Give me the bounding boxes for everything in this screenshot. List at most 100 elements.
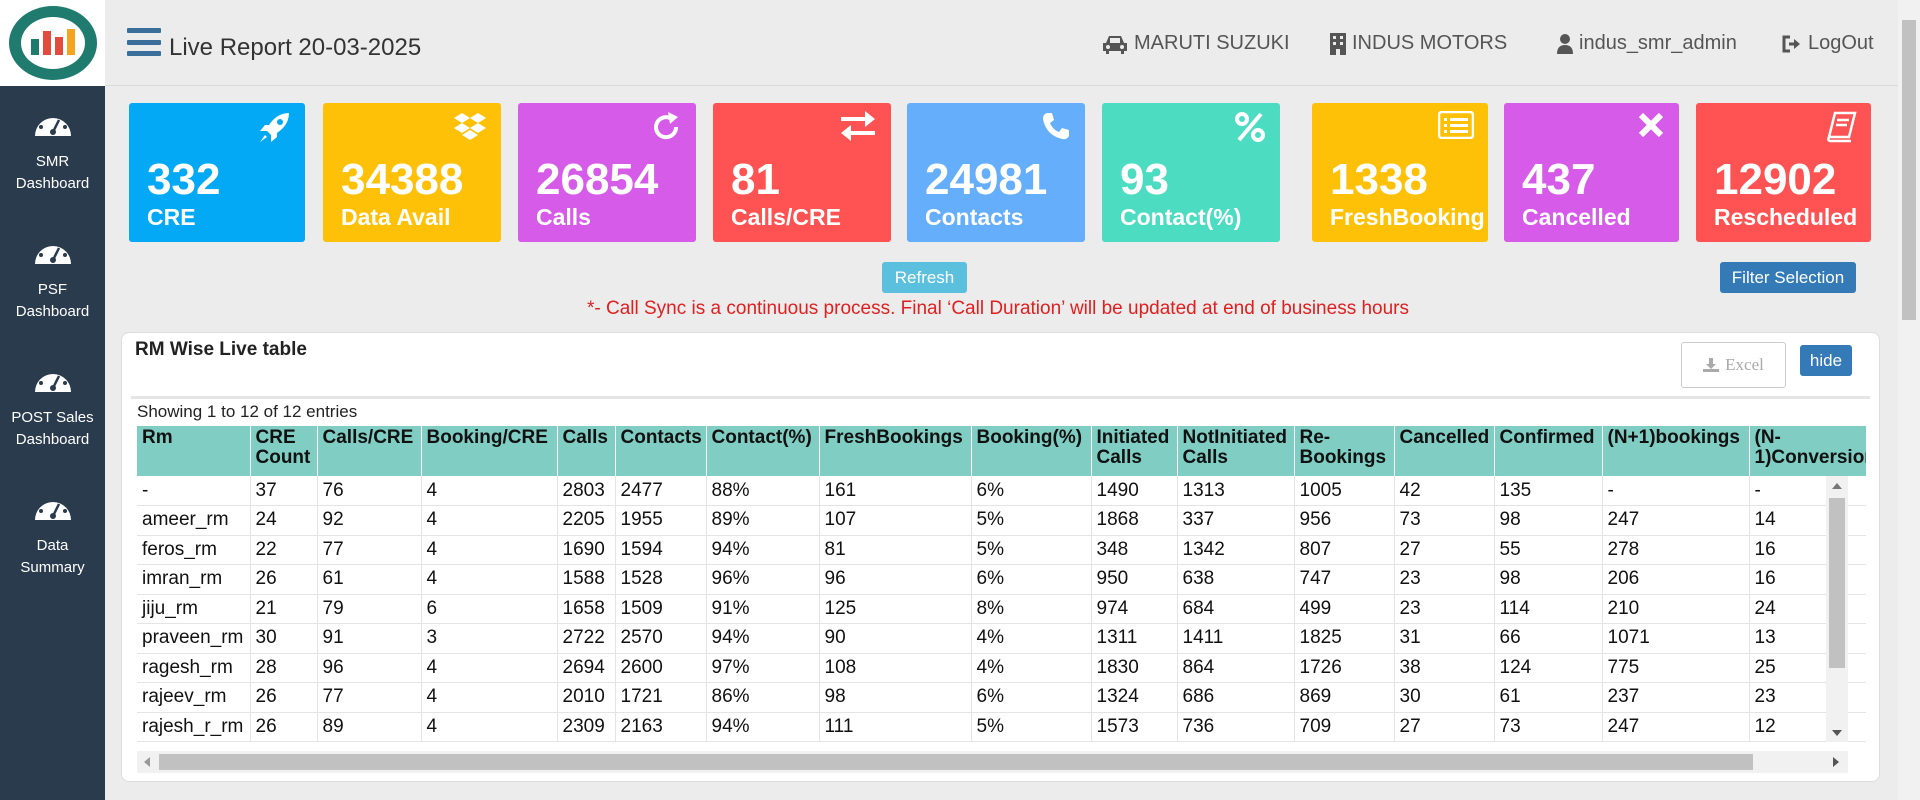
sidebar-item-post-sales-dashboard[interactable]: POST Sales Dashboard: [0, 342, 105, 470]
column-header[interactable]: Booking/CRE: [421, 426, 558, 476]
column-header[interactable]: CRE Count: [250, 426, 318, 476]
table-cell: 38: [1394, 653, 1495, 683]
column-header[interactable]: Booking(%): [971, 426, 1092, 476]
horizontal-scrollbar[interactable]: [137, 751, 1848, 773]
page-scroll-thumb[interactable]: [1902, 20, 1916, 320]
table-cell: 2694: [557, 653, 616, 683]
scroll-left-icon[interactable]: [143, 757, 150, 767]
filter-selection-button[interactable]: Filter Selection: [1720, 262, 1856, 293]
table-cell: 709: [1294, 712, 1395, 742]
table-cell: 89: [317, 712, 422, 742]
book-icon: [1825, 111, 1857, 148]
table-cell: 31: [1394, 623, 1495, 654]
table-row: ragesh_rm 28 96 4 2694 2600 97% 108 4% 1830 864 172…: [137, 653, 1866, 683]
vertical-scrollbar[interactable]: [1826, 476, 1848, 742]
table-cell: 55: [1494, 535, 1603, 565]
table-cell: 1490: [1091, 476, 1178, 506]
table-cell: 98: [819, 682, 972, 713]
column-header[interactable]: Contact(%): [706, 426, 820, 476]
column-header[interactable]: Initiated Calls: [1091, 426, 1178, 476]
table-cell: 94%: [706, 535, 820, 565]
column-header[interactable]: Contacts: [615, 426, 707, 476]
table-cell: 736: [1177, 712, 1295, 742]
excel-export-button[interactable]: Excel: [1681, 342, 1786, 388]
exchange-icon: [839, 111, 877, 146]
table-scroll-area[interactable]: Rm CRE Count Calls/CRE Booking/CRE Calls Cont…: [137, 426, 1866, 752]
table-cell: 864: [1177, 653, 1295, 683]
logout-link[interactable]: LogOut: [1782, 32, 1874, 55]
table-cell: 22: [250, 535, 318, 565]
dashboard-gauge-icon: [32, 106, 74, 151]
stat-card-cancelled[interactable]: 437 Cancelled: [1504, 103, 1679, 242]
table-cell: 278: [1602, 535, 1750, 565]
table-cell: 92: [317, 505, 422, 536]
stat-card-contacts[interactable]: 24981 Contacts: [907, 103, 1085, 242]
table-cell: 1721: [615, 682, 707, 713]
table-cell: 1509: [615, 594, 707, 624]
table-cell: 37: [250, 476, 318, 506]
table-cell: -: [137, 476, 251, 506]
table-cell: 27: [1394, 712, 1495, 742]
sidebar-item-data-summary[interactable]: Data Summary: [0, 470, 105, 598]
stat-card-freshbooking[interactable]: 1338 FreshBooking: [1312, 103, 1488, 242]
stat-card-rescheduled[interactable]: 12902 Rescheduled: [1696, 103, 1871, 242]
table-cell: 2570: [615, 623, 707, 654]
table-row: rajeev_rm 26 77 4 2010 1721 86% 98 6% 1324 686 869 3…: [137, 682, 1866, 713]
column-header[interactable]: (N+1)bookings: [1602, 426, 1750, 476]
column-header[interactable]: Calls/CRE: [317, 426, 422, 476]
table-cell: 5%: [971, 712, 1092, 742]
table-row: imran_rm 26 61 4 1588 1528 96% 96 6% 950 638 747 23 9…: [137, 564, 1866, 595]
column-header[interactable]: Cancelled: [1394, 426, 1495, 476]
horizontal-scroll-thumb[interactable]: [159, 754, 1753, 770]
stat-label: Calls/CRE: [731, 204, 841, 230]
scroll-right-icon[interactable]: [1833, 757, 1840, 767]
table-cell: 135: [1494, 476, 1603, 506]
user-link[interactable]: indus_smr_admin: [1557, 32, 1737, 55]
top-header: Live Report 20-03-2025 MARUTI SUZUKI IND…: [105, 0, 1898, 86]
table-cell: 16: [1749, 535, 1866, 565]
stat-card-calls[interactable]: 26854 Calls: [518, 103, 696, 242]
dealer-link[interactable]: INDUS MOTORS: [1330, 32, 1507, 55]
brand-link[interactable]: MARUTI SUZUKI: [1102, 32, 1290, 55]
vertical-scroll-thumb[interactable]: [1829, 498, 1845, 668]
table-cell: 107: [819, 505, 972, 536]
table-cell: 2010: [557, 682, 616, 713]
column-header[interactable]: Calls: [557, 426, 616, 476]
table-row: praveen_rm 30 91 3 2722 2570 94% 90 4% 1311 1411 18…: [137, 623, 1866, 654]
column-header[interactable]: NotInitiated Calls: [1177, 426, 1295, 476]
dealer-label: INDUS MOTORS: [1352, 32, 1508, 54]
column-header[interactable]: Confirmed: [1494, 426, 1603, 476]
stat-card-calls-cre[interactable]: 81 Calls/CRE: [713, 103, 891, 242]
table-cell: 1658: [557, 594, 616, 624]
table-cell: 4: [421, 505, 558, 536]
page-scrollbar[interactable]: [1898, 0, 1920, 800]
scroll-down-icon[interactable]: [1832, 730, 1842, 737]
stat-card-data-avail[interactable]: 34388 Data Avail: [323, 103, 501, 242]
column-header[interactable]: FreshBookings: [819, 426, 972, 476]
logout-icon: [1782, 35, 1800, 52]
stat-card-cre[interactable]: 332 CRE: [129, 103, 305, 242]
menu-toggle-icon[interactable]: [127, 28, 161, 56]
stat-label: Rescheduled: [1714, 204, 1858, 230]
logo[interactable]: [0, 0, 105, 86]
table-cell: 6%: [971, 564, 1092, 595]
column-header[interactable]: Rm: [137, 426, 251, 476]
scroll-up-icon[interactable]: [1832, 482, 1842, 489]
hide-button[interactable]: hide: [1800, 345, 1852, 376]
table-cell: 161: [819, 476, 972, 506]
rm-live-table-panel: RM Wise Live table Excel hide Showing 1 …: [121, 332, 1880, 782]
table-cell: 210: [1602, 594, 1750, 624]
sidebar-item-psf-dashboard[interactable]: PSF Dashboard: [0, 214, 105, 342]
refresh-button[interactable]: Refresh: [882, 262, 967, 293]
table-cell: 1071: [1602, 623, 1750, 654]
table-row: rajesh_r_rm 26 89 4 2309 2163 94% 111 5% 1573 736 7…: [137, 712, 1866, 742]
entries-info: Showing 1 to 12 of 12 entries: [137, 402, 358, 421]
table-cell: imran_rm: [137, 564, 251, 595]
sidebar-item-smr-dashboard[interactable]: SMR Dashboard: [0, 86, 105, 214]
table-row: ameer_rm 24 92 4 2205 1955 89% 107 5% 1868 337 956 7…: [137, 505, 1866, 536]
column-header[interactable]: Re-Bookings: [1294, 426, 1395, 476]
column-header[interactable]: (N-1)Conversion: [1749, 426, 1866, 476]
stat-card-contact[interactable]: 93 Contact(%): [1102, 103, 1280, 242]
table-cell: 90: [819, 623, 972, 654]
table-cell: 26: [250, 564, 318, 595]
